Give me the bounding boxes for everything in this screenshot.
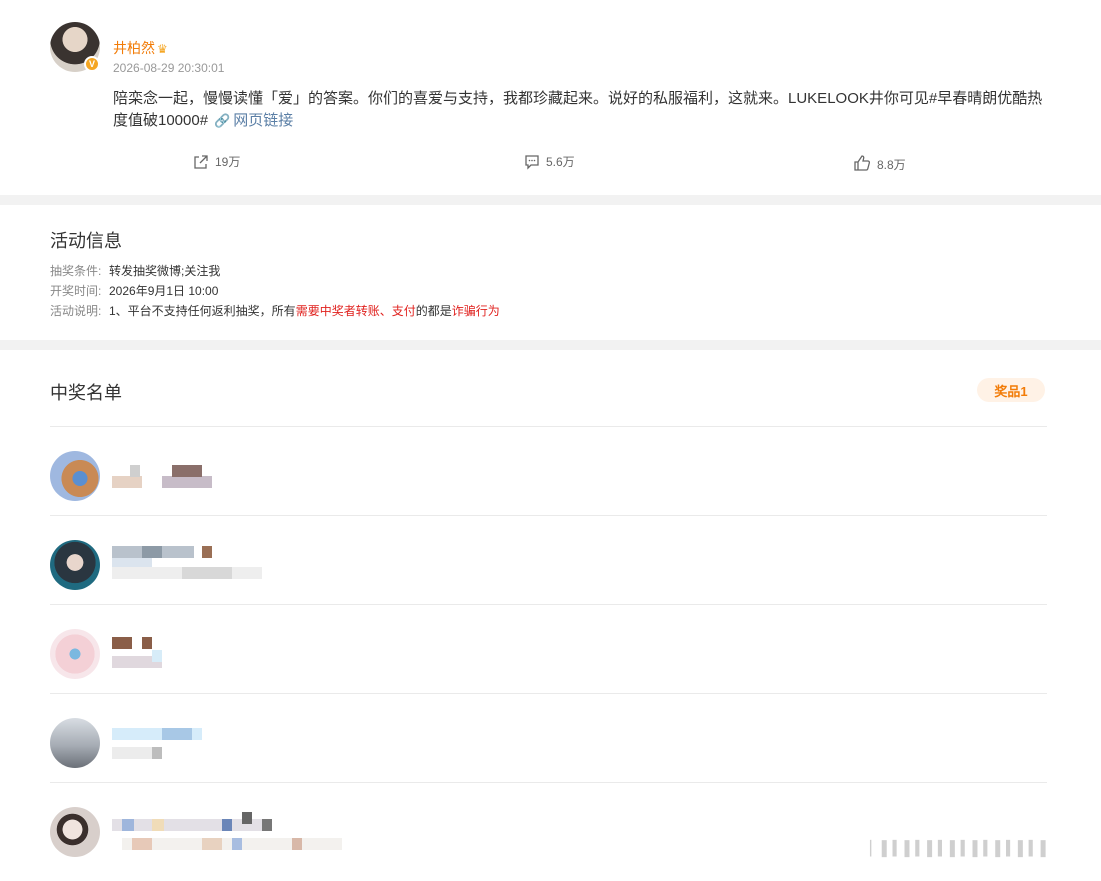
repost-count: 19万: [215, 155, 241, 169]
winner-avatar[interactable]: [50, 629, 100, 679]
like-button[interactable]: 8.8万: [853, 153, 906, 173]
post-card: V 井柏然 ♛ 2026-08-29 20:30:01 陪栾念一起，慢慢读懂「爱」…: [0, 0, 1101, 195]
comment-icon: [525, 154, 539, 170]
winner-avatar[interactable]: [50, 807, 100, 857]
info-key: 活动说明:: [50, 304, 102, 318]
author-name-text: 井柏然: [113, 40, 155, 56]
divider: [50, 515, 1047, 516]
watermark: ▏▌▍▌▍▌▍▌▍▌▍▌▍▌▍▌: [870, 840, 1052, 856]
info-key: 开奖时间:: [50, 284, 102, 298]
divider: [50, 426, 1047, 427]
like-count: 8.8万: [877, 158, 906, 172]
web-link-label: 网页链接: [233, 112, 294, 129]
comment-button[interactable]: 5.6万: [524, 153, 575, 170]
comment-count: 5.6万: [546, 155, 575, 169]
post-content: 陪栾念一起，慢慢读懂「爱」的答案。你们的喜爱与支持，我都珍藏起来。说好的私服福利…: [113, 88, 1043, 132]
crown-icon: ♛: [157, 42, 168, 56]
info-value: 2026年9月1日 10:00: [109, 284, 219, 298]
divider: [50, 693, 1047, 694]
divider: [50, 604, 1047, 605]
web-link[interactable]: 🔗 网页链接: [214, 112, 293, 129]
info-warning: 需要中奖者转账、支付: [295, 304, 416, 318]
divider: [50, 782, 1047, 783]
info-warning: 诈骗行为: [451, 304, 500, 318]
info-row-description: 活动说明: 1、平台不支持任何返利抽奖，所有需要中奖者转账、支付的都是诈骗行为: [50, 302, 500, 319]
section-separator: [0, 195, 1101, 205]
winner-avatar[interactable]: [50, 540, 100, 590]
repost-icon: [194, 154, 208, 169]
activity-title: 活动信息: [50, 231, 122, 251]
winner-avatar[interactable]: [50, 718, 100, 768]
prize-tab[interactable]: 奖品1: [977, 378, 1045, 402]
info-value: 的都是: [415, 304, 452, 318]
info-row-condition: 抽奖条件: 转发抽奖微博;关注我: [50, 262, 220, 279]
verified-badge-icon: V: [84, 56, 100, 72]
section-separator: [0, 340, 1101, 350]
info-value: 1、平台不支持任何返利抽奖，所有: [109, 304, 296, 318]
winner-avatar[interactable]: [50, 451, 100, 501]
info-row-draw-time: 开奖时间: 2026年9月1日 10:00: [50, 282, 218, 299]
post-time[interactable]: 2026-08-29 20:30:01: [113, 61, 224, 75]
author-name[interactable]: 井柏然 ♛: [113, 38, 168, 58]
info-key: 抽奖条件:: [50, 264, 102, 278]
winners-title: 中奖名单: [50, 383, 122, 403]
repost-button[interactable]: 19万: [193, 153, 240, 170]
link-icon: 🔗: [214, 113, 231, 128]
like-icon: [854, 155, 871, 171]
post-actions: 19万 5.6万 8.8万: [0, 153, 1101, 173]
info-value: 转发抽奖微博;关注我: [109, 264, 221, 278]
